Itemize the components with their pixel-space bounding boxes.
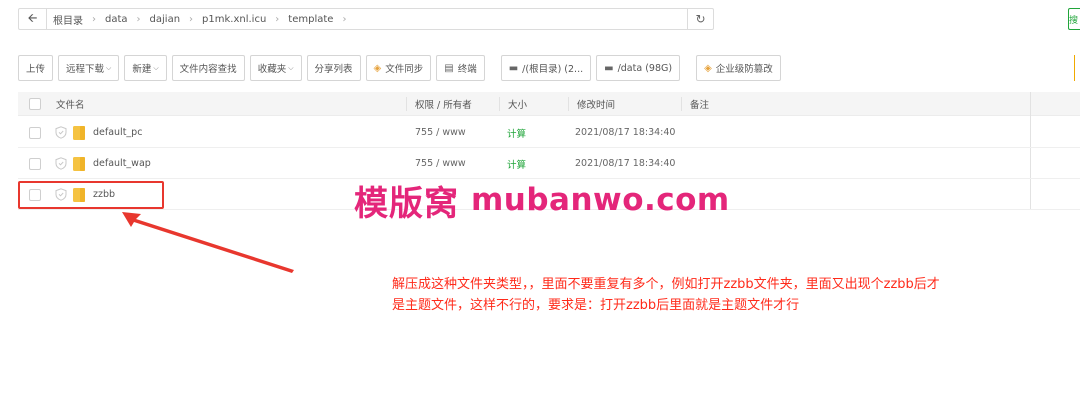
- annotation-text: 解压成这种文件夹类型，，里面不要重复有多个，例如打开zzbb文件夹，里面又出现个…: [392, 274, 1080, 316]
- watermark: 模版窝 mubanwo.com: [354, 178, 730, 224]
- watermark-cn: 模版窝: [354, 183, 459, 224]
- annotation-line-1: 解压成这种文件夹类型，，里面不要重复有多个，例如打开zzbb文件夹，里面又出现个…: [392, 277, 940, 292]
- watermark-en: mubanwo.com: [471, 182, 730, 218]
- annotation-line-2: 是主题文件，这样不行的，要求是：打开zzbb后里面就是主题文件才行: [392, 298, 800, 313]
